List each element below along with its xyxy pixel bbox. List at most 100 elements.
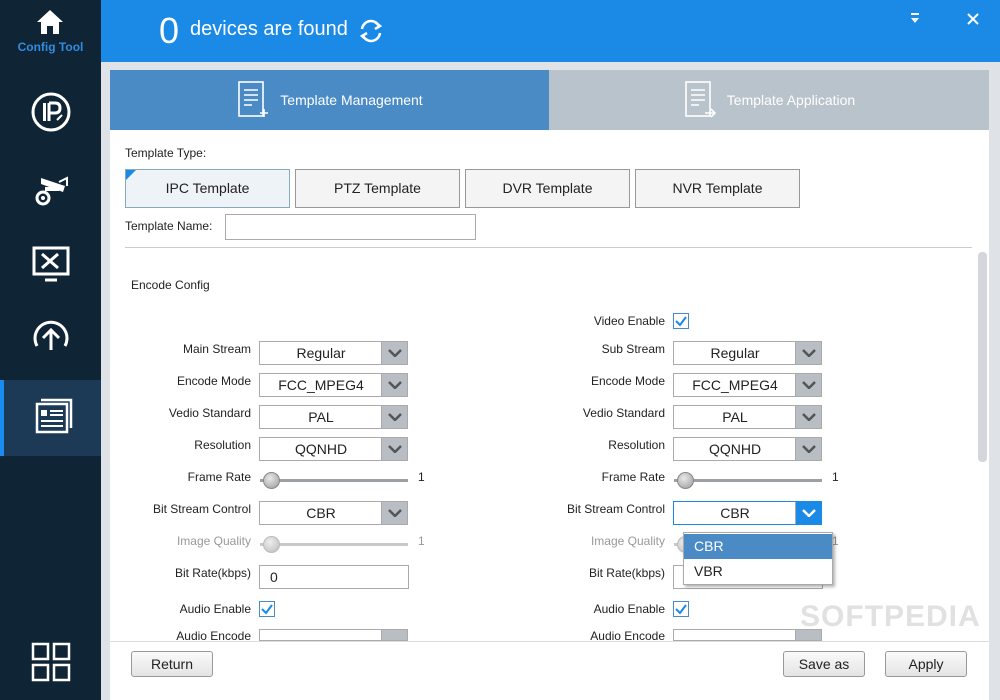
- devices-found-label: devices are found: [190, 18, 348, 40]
- main-encode-mode-select[interactable]: FCC_MPEG4: [259, 373, 408, 397]
- main-audio-enable-checkbox[interactable]: [259, 601, 275, 617]
- main-image-quality-label: Image Quality: [176, 534, 251, 548]
- checkmark-icon: [675, 604, 687, 615]
- sub-frame-rate-label: Frame Rate: [601, 470, 665, 484]
- slider-track: [260, 543, 408, 546]
- upload-icon: [33, 320, 68, 350]
- main-bit-stream-select[interactable]: CBR: [259, 501, 408, 525]
- chevron-down-icon: [795, 342, 821, 364]
- slider-thumb[interactable]: [263, 472, 280, 489]
- template-name-input[interactable]: [225, 214, 476, 240]
- sub-image-quality-label: Image Quality: [590, 534, 665, 548]
- ptz-template-button[interactable]: PTZ Template: [295, 169, 460, 208]
- sidebar-item-template[interactable]: [0, 380, 101, 456]
- divider: [125, 247, 972, 248]
- tab-template-application-label: Template Application: [726, 92, 856, 108]
- checkmark-icon: [675, 316, 687, 327]
- main-frame-rate-slider[interactable]: [260, 472, 408, 489]
- sub-video-standard-select[interactable]: PAL: [673, 405, 822, 429]
- main-bit-rate-label: Bit Rate(kbps): [174, 566, 251, 580]
- sub-video-standard-value: PAL: [722, 409, 748, 425]
- save-as-button[interactable]: Save as: [783, 651, 865, 677]
- sub-resolution-label: Resolution: [608, 438, 665, 452]
- main-encode-mode-value: FCC_MPEG4: [278, 377, 364, 393]
- dvr-template-button[interactable]: DVR Template: [465, 169, 630, 208]
- main-bit-stream-label: Bit Stream Control: [152, 502, 251, 516]
- main-video-standard-label: Vedio Standard: [168, 406, 251, 420]
- nvr-template-button[interactable]: NVR Template: [635, 169, 800, 208]
- tab-template-application[interactable]: Template Application: [549, 70, 989, 130]
- sub-encode-mode-label: Encode Mode: [590, 374, 665, 388]
- refresh-icon[interactable]: [357, 17, 385, 45]
- main-bit-rate-input[interactable]: 0: [259, 565, 409, 589]
- sub-encode-mode-select[interactable]: FCC_MPEG4: [673, 373, 822, 397]
- device-count: 0: [159, 10, 180, 51]
- tab-template-management-label: Template Management: [280, 92, 423, 108]
- return-button[interactable]: Return: [131, 651, 213, 677]
- grid-icon: [31, 642, 70, 682]
- bottom-bar: Return Save as Apply: [110, 641, 989, 700]
- header-bar: 0 devices are found: [101, 0, 1000, 62]
- tab-template-management[interactable]: Template Management: [110, 70, 549, 130]
- main-stream-value: Regular: [296, 345, 346, 361]
- template-panel: Template Management Template Application…: [110, 70, 989, 700]
- sub-frame-rate-slider[interactable]: [674, 472, 822, 489]
- sidebar-item-tools[interactable]: [0, 226, 101, 302]
- main-frame-rate-value: 1: [418, 470, 425, 484]
- main-audio-encode-select[interactable]: [259, 629, 408, 641]
- sidebar-item-ip-config[interactable]: [0, 74, 101, 150]
- chevron-down-icon: [795, 502, 821, 524]
- slider-track: [674, 479, 822, 482]
- camera-gear-icon: [35, 176, 68, 206]
- chevron-down-icon: [795, 374, 821, 396]
- section-title: Encode Config: [131, 278, 210, 292]
- template-type-label: Template Type:: [125, 146, 207, 160]
- sidebar: Config Tool: [0, 0, 101, 700]
- sub-bit-rate-label: Bit Rate(kbps): [588, 566, 665, 580]
- sidebar-item-upgrade[interactable]: [0, 302, 101, 378]
- main-bit-stream-value: CBR: [306, 505, 336, 521]
- dropdown-option-vbr[interactable]: VBR: [684, 559, 832, 584]
- main-audio-enable-label: Audio Enable: [179, 602, 251, 616]
- document-export-icon: [684, 81, 716, 118]
- slider-track: [260, 479, 408, 482]
- slider-thumb[interactable]: [263, 536, 280, 553]
- bit-stream-dropdown: CBR VBR: [683, 532, 833, 585]
- checkmark-icon: [261, 604, 273, 615]
- dropdown-option-cbr[interactable]: CBR: [684, 534, 832, 559]
- apply-button[interactable]: Apply: [885, 651, 967, 677]
- minimize-icon[interactable]: [908, 12, 922, 26]
- sub-stream-label: Sub Stream: [601, 342, 665, 356]
- sidebar-item-apps[interactable]: [0, 624, 101, 700]
- ipc-template-button[interactable]: IPC Template: [125, 169, 290, 208]
- slider-thumb[interactable]: [677, 472, 694, 489]
- main-resolution-value: QQNHD: [294, 441, 348, 457]
- chevron-down-icon: [795, 406, 821, 428]
- main-stream-select[interactable]: Regular: [259, 341, 408, 365]
- video-enable-checkbox[interactable]: [673, 313, 689, 329]
- main-video-standard-select[interactable]: PAL: [259, 405, 408, 429]
- sidebar-item-device-settings[interactable]: [0, 150, 101, 226]
- main-resolution-label: Resolution: [194, 438, 251, 452]
- sub-image-quality-value: 1: [832, 534, 839, 548]
- content-area: Template Management Template Application…: [101, 62, 1000, 700]
- main-encode-mode-label: Encode Mode: [176, 374, 251, 388]
- chevron-down-icon: [381, 438, 407, 460]
- sub-audio-enable-label: Audio Enable: [593, 602, 665, 616]
- chevron-down-icon: [381, 342, 407, 364]
- chevron-down-icon: [381, 374, 407, 396]
- video-enable-label: Video Enable: [593, 314, 665, 328]
- sub-audio-enable-checkbox[interactable]: [673, 601, 689, 617]
- close-icon[interactable]: [966, 12, 980, 26]
- sub-video-standard-label: Vedio Standard: [582, 406, 665, 420]
- sub-resolution-select[interactable]: QQNHD: [673, 437, 822, 461]
- sub-bit-stream-select[interactable]: CBR: [673, 501, 822, 525]
- scrollbar[interactable]: [978, 252, 987, 462]
- sub-resolution-value: QQNHD: [708, 441, 762, 457]
- main-frame-rate-label: Frame Rate: [187, 470, 251, 484]
- sub-stream-value: Regular: [710, 345, 760, 361]
- main-resolution-select[interactable]: QQNHD: [259, 437, 408, 461]
- main-image-quality-slider[interactable]: [260, 536, 408, 553]
- app-logo[interactable]: Config Tool: [0, 0, 101, 62]
- sub-stream-select[interactable]: Regular: [673, 341, 822, 365]
